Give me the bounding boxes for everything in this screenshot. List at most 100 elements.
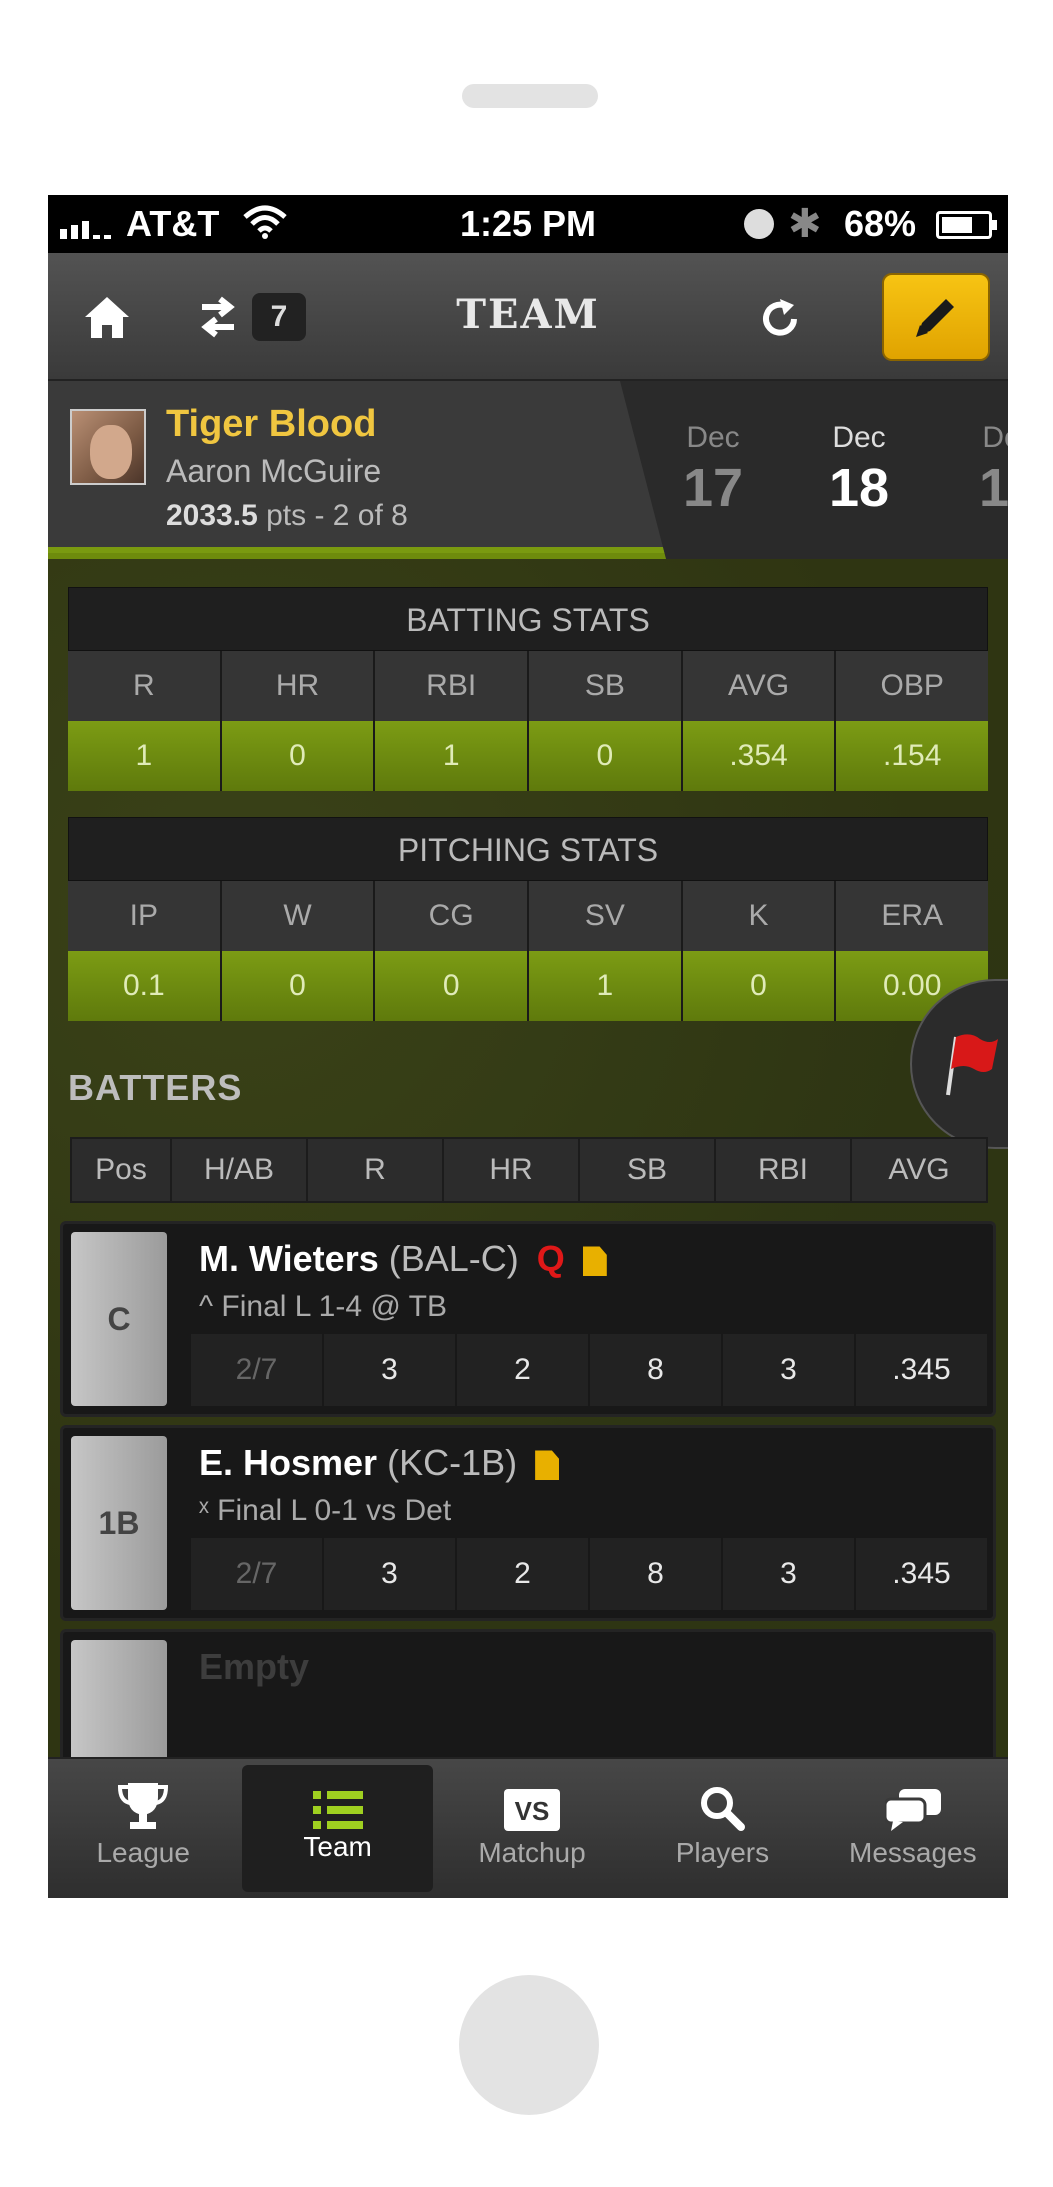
tab-label: Players: [675, 1837, 770, 1868]
position-slot[interactable]: 1B: [71, 1436, 167, 1610]
stat-header: CG: [375, 881, 530, 951]
tab-matchup[interactable]: VS Matchup: [437, 1759, 627, 1898]
player-stat: 2: [457, 1538, 590, 1610]
injury-status-badge: Q: [536, 1238, 565, 1279]
date-dec-18[interactable]: Dec 18: [794, 421, 924, 519]
trades-icon[interactable]: [198, 295, 238, 339]
stat-header: SV: [529, 881, 683, 951]
player-stat: 3: [723, 1538, 856, 1610]
news-note-icon[interactable]: [535, 1450, 560, 1481]
nav-bar: 7 TEAM: [48, 253, 1008, 381]
refresh-icon[interactable]: [756, 295, 804, 343]
team-name: Tiger Blood: [166, 403, 377, 445]
player-row[interactable]: C M. Wieters (BAL-C) Q ^ Final L 1-4 @ T…: [60, 1221, 996, 1417]
player-stat: 8: [590, 1538, 723, 1610]
stat-value: 0: [221, 721, 376, 791]
team-points: 2033.5 pts - 2 of 8: [166, 499, 408, 533]
stat-value: 0: [221, 951, 376, 1021]
tab-label: Messages: [849, 1837, 977, 1868]
pitching-stats-table: PITCHING STATS IP W CG SV K ERA 0.1 0 0 …: [68, 817, 989, 1021]
stat-value: 1: [68, 721, 222, 791]
stat-value: 0: [682, 951, 837, 1021]
date-dec-17[interactable]: Dec 17: [648, 421, 778, 519]
tab-league[interactable]: League: [48, 1759, 238, 1898]
column-header[interactable]: Pos: [72, 1139, 172, 1201]
list-icon: [312, 1791, 363, 1829]
game-status: ^ Final L 1-4 @ TB: [199, 1290, 447, 1323]
player-name[interactable]: E. Hosmer: [199, 1442, 377, 1483]
player-stat: 2/7: [191, 1334, 324, 1406]
points-rank: pts - 2 of 8: [266, 499, 408, 532]
tab-messages[interactable]: Messages: [818, 1759, 1008, 1898]
team-header: Tiger Blood Aaron McGuire 2033.5 pts - 2…: [48, 381, 1008, 559]
date-month: Dec: [982, 421, 1008, 454]
column-header[interactable]: AVG: [852, 1139, 986, 1201]
player-stat: 8: [590, 1334, 723, 1406]
player-stat: 2/7: [191, 1538, 324, 1610]
player-row[interactable]: 1B E. Hosmer (KC-1B) ˣ Final L 0-1 vs De…: [60, 1425, 996, 1621]
tab-bar: League Team VS Matchup Players Messages: [48, 1757, 1008, 1898]
date-month: Dec: [686, 421, 740, 454]
home-icon[interactable]: [82, 293, 132, 343]
page-title: TEAM: [456, 291, 600, 338]
player-team: (KC-1B): [387, 1442, 518, 1483]
stat-header: IP: [68, 881, 222, 951]
date-month: Dec: [832, 421, 886, 454]
avatar: [70, 409, 146, 485]
stat-value: 1: [375, 721, 530, 791]
earpiece-speaker: [462, 84, 598, 108]
player-name[interactable]: M. Wieters: [199, 1238, 379, 1279]
chat-icon: [884, 1789, 941, 1831]
battery-icon: [936, 211, 997, 239]
carrier-label: AT&T: [126, 203, 220, 244]
player-stat: .345: [856, 1334, 987, 1406]
player-stat: .345: [856, 1538, 987, 1610]
column-header[interactable]: SB: [580, 1139, 716, 1201]
stat-value: 0: [529, 721, 683, 791]
points-value: 2033.5: [166, 499, 258, 532]
edit-button[interactable]: [882, 273, 990, 361]
stat-header: K: [682, 881, 837, 951]
position-slot[interactable]: C: [71, 1232, 167, 1406]
player-stat: 3: [324, 1538, 457, 1610]
column-header[interactable]: RBI: [716, 1139, 852, 1201]
batting-stats-table: BATTING STATS R HR RBI SB AVG OBP 1 0 1 …: [68, 587, 989, 791]
pencil-icon: [916, 299, 954, 337]
player-name-line: E. Hosmer (KC-1B): [199, 1442, 560, 1484]
column-header[interactable]: HR: [444, 1139, 580, 1201]
player-stat: 3: [723, 1334, 856, 1406]
player-stats: 2/7 3 2 8 3 .345: [191, 1334, 987, 1406]
stat-header: HR: [221, 651, 376, 721]
tab-team[interactable]: Team: [242, 1765, 433, 1892]
date-day: 17: [682, 458, 744, 518]
status-bar: AT&T 1:25 PM ✱ 68%: [48, 195, 1008, 253]
trophy-icon: [118, 1783, 169, 1829]
date-day: 19: [978, 458, 1008, 518]
stat-header: OBP: [836, 651, 989, 721]
news-note-icon[interactable]: [582, 1246, 607, 1277]
team-card[interactable]: Tiger Blood Aaron McGuire 2033.5 pts - 2…: [48, 381, 666, 559]
column-header[interactable]: H/AB: [172, 1139, 308, 1201]
batters-table-header: Pos H/AB R HR SB RBI AVG: [70, 1137, 988, 1203]
tab-players[interactable]: Players: [627, 1759, 817, 1898]
game-status: ˣ Final L 0-1 vs Det: [199, 1494, 452, 1527]
wifi-icon: [243, 205, 287, 239]
trades-count-badge[interactable]: 7: [252, 293, 306, 341]
search-icon: [701, 1787, 746, 1831]
date-dec-19[interactable]: Dec 19: [944, 421, 1008, 519]
player-stats: 2/7 3 2 8 3 .345: [191, 1538, 987, 1610]
batters-section-title: BATTERS: [68, 1067, 243, 1108]
team-content[interactable]: BATTING STATS R HR RBI SB AVG OBP 1 0 1 …: [48, 559, 1008, 1757]
position-slot[interactable]: 2B: [71, 1640, 167, 1757]
column-header[interactable]: R: [308, 1139, 444, 1201]
player-row[interactable]: 2B Empty: [60, 1629, 996, 1757]
tab-label: League: [96, 1837, 190, 1868]
player-team: (BAL-C): [388, 1238, 519, 1279]
tab-label: Matchup: [478, 1837, 586, 1868]
signal-icon: [60, 209, 111, 239]
home-button[interactable]: [459, 1975, 599, 2115]
player-stat: 2: [457, 1334, 590, 1406]
svg-text:VS: VS: [515, 1796, 550, 1826]
stat-value: .154: [836, 721, 989, 791]
stat-value: 0.1: [68, 951, 222, 1021]
